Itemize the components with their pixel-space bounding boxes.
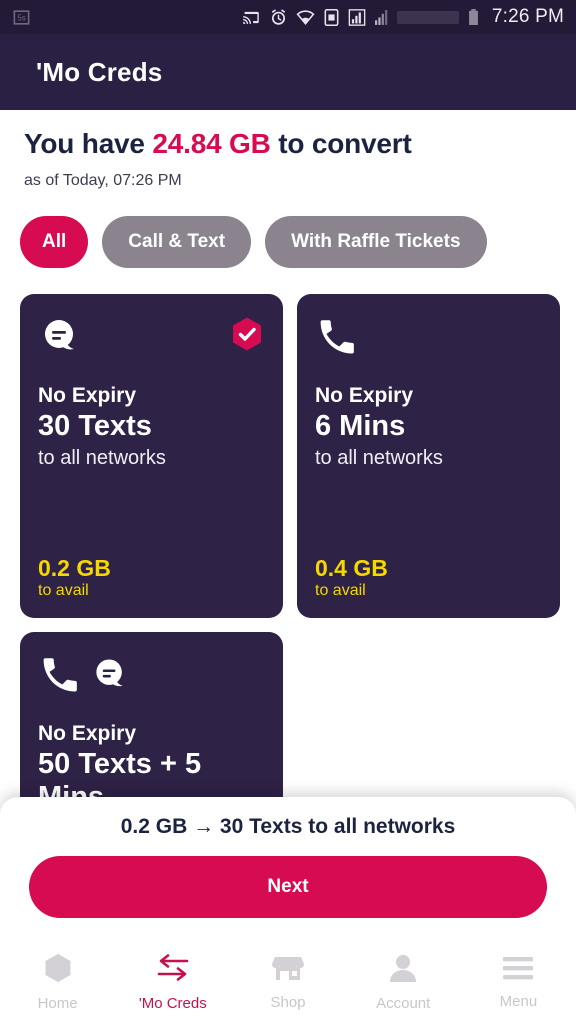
chat-bubble-icon bbox=[38, 314, 82, 363]
page-title: 'Mo Creds bbox=[36, 56, 163, 87]
nav-item-menu-label: Menu bbox=[499, 992, 538, 1010]
battery-icon bbox=[468, 9, 479, 25]
balance-timestamp: as of Today, 07:26 PM bbox=[24, 172, 182, 189]
storefront-icon bbox=[271, 954, 305, 987]
offer-cost: 0.2 GB bbox=[38, 554, 111, 581]
chat-bubble-icon bbox=[90, 654, 130, 699]
balance-amount: 24.84 GB bbox=[152, 128, 271, 159]
filter-pill-call-and-text[interactable]: Call & Text bbox=[102, 216, 252, 268]
filter-pill-all-label: All bbox=[42, 231, 67, 252]
nav-item-shop[interactable]: Shop bbox=[230, 954, 345, 1011]
offer-expiry: No Expiry bbox=[38, 722, 137, 745]
nav-item-account[interactable]: Account bbox=[346, 953, 461, 1012]
exchange-arrows-icon bbox=[156, 953, 190, 988]
offer-card-footer: 0.2 GB to avail bbox=[38, 554, 265, 600]
hamburger-menu-icon bbox=[502, 955, 534, 986]
filter-pill-all[interactable]: All bbox=[20, 216, 89, 268]
nav-item-home[interactable]: Home bbox=[0, 953, 115, 1012]
nav-item-menu[interactable]: Menu bbox=[461, 955, 576, 1010]
offer-avail-label: to avail bbox=[315, 582, 366, 599]
next-button[interactable]: Next bbox=[29, 856, 547, 918]
svg-text:5s: 5s bbox=[17, 13, 25, 22]
app-header-bar: 'Mo Creds bbox=[0, 34, 576, 110]
filter-pill-with-raffle-tickets[interactable]: With Raffle Tickets bbox=[265, 216, 487, 268]
offer-card-footer: 0.4 GB to avail bbox=[315, 554, 542, 600]
offer-card-icons bbox=[38, 652, 265, 700]
hexagon-icon bbox=[44, 953, 72, 988]
offer-expiry: No Expiry bbox=[38, 384, 137, 407]
offer-card-30-texts[interactable]: No Expiry 30 Texts to all networks 0.2 G… bbox=[20, 294, 283, 618]
status-bar-right-icons: 7:26 PM bbox=[241, 6, 564, 28]
signal-bars-icon bbox=[348, 8, 366, 26]
nav-item-shop-label: Shop bbox=[270, 993, 306, 1011]
headline-prefix: You have bbox=[24, 128, 153, 159]
balance-headline: You have 24.84 GB to convert bbox=[24, 128, 412, 160]
nav-item-mo-creds-label: 'Mo Creds bbox=[138, 994, 207, 1012]
offer-card-icons bbox=[315, 314, 542, 362]
offer-card-6-mins[interactable]: No Expiry 6 Mins to all networks 0.4 GB … bbox=[297, 294, 560, 618]
headline-suffix: to convert bbox=[270, 128, 412, 159]
nav-item-mo-creds[interactable]: 'Mo Creds bbox=[115, 953, 230, 1012]
phone-icon bbox=[38, 653, 80, 700]
filter-pill-with-raffle-tickets-label: With Raffle Tickets bbox=[291, 231, 461, 252]
offer-headline: 6 Mins bbox=[315, 409, 406, 442]
filter-pill-call-and-text-label: Call & Text bbox=[128, 231, 226, 252]
wifi-icon bbox=[296, 9, 315, 25]
alarm-icon bbox=[270, 9, 287, 26]
nav-item-account-label: Account bbox=[376, 994, 431, 1012]
selected-check-badge-icon bbox=[229, 316, 265, 352]
person-icon bbox=[388, 953, 418, 988]
carrier-label-placeholder bbox=[396, 10, 459, 24]
status-bar-clock: 7:26 PM bbox=[491, 6, 564, 27]
offer-sub: to all networks bbox=[38, 446, 166, 469]
offer-card-body: No Expiry 30 Texts to all networks bbox=[38, 384, 265, 470]
app-screen: 5s 7:26 PM 'Mo Creds You have 24.84 GB t… bbox=[0, 0, 576, 1024]
signal-bars-secondary-icon bbox=[374, 9, 388, 25]
bottom-navigation-bar: Home 'Mo Creds Shop Account Menu bbox=[0, 940, 576, 1024]
sim-icon bbox=[324, 8, 339, 26]
conversion-summary: 0.2 GB → 30 Texts to all networks bbox=[120, 815, 456, 838]
offer-cost: 0.4 GB bbox=[315, 554, 388, 581]
phone-icon bbox=[315, 315, 357, 362]
offer-headline: 30 Texts bbox=[38, 409, 152, 442]
status-bar-left-icons: 5s bbox=[12, 8, 31, 27]
offer-sub: to all networks bbox=[315, 446, 443, 469]
filter-pill-group: All Call & Text With Raffle Tickets bbox=[20, 216, 487, 268]
status-bar: 5s 7:26 PM bbox=[0, 0, 576, 34]
offer-avail-label: to avail bbox=[38, 582, 89, 599]
cast-icon bbox=[241, 9, 261, 26]
selection-bottom-sheet: 0.2 GB → 30 Texts to all networks Next bbox=[0, 797, 576, 940]
offer-card-body: No Expiry 6 Mins to all networks bbox=[315, 384, 542, 470]
offer-expiry: No Expiry bbox=[315, 384, 414, 407]
nav-item-home-label: Home bbox=[37, 994, 78, 1012]
screenshot-icon: 5s bbox=[12, 8, 31, 27]
